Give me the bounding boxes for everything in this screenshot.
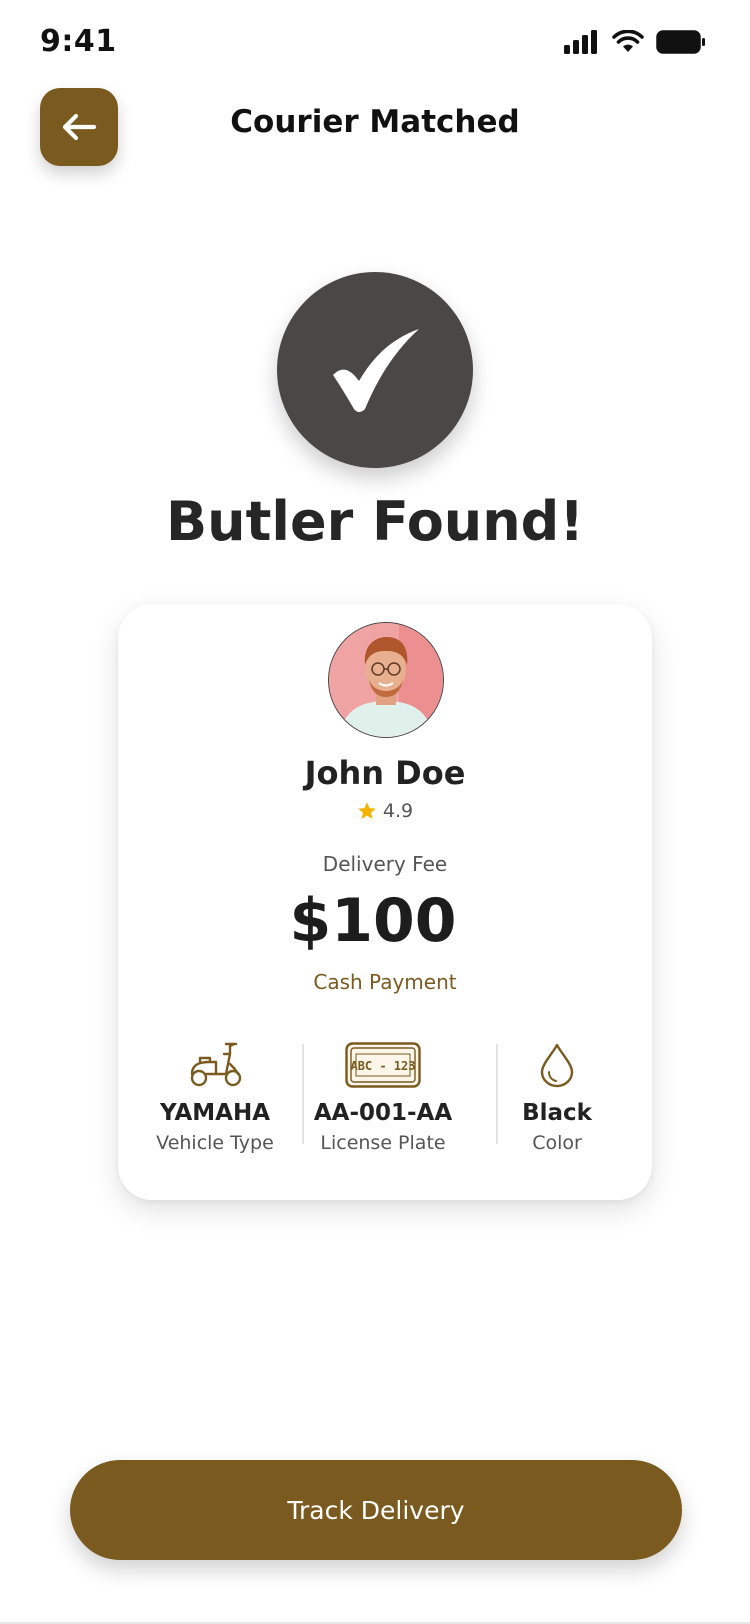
success-badge xyxy=(277,272,473,468)
status-bar: 9:41 xyxy=(0,0,750,88)
detail-vehicle-type: YAMAHA Vehicle Type xyxy=(140,1030,290,1154)
license-plate-icon: ABC - 123 xyxy=(345,1042,421,1088)
delivery-fee-label: Delivery Fee xyxy=(322,852,448,876)
courier-card: John Doe 4.9 Delivery Fee $100 Cash Paym… xyxy=(118,604,652,1200)
vehicle-details: YAMAHA Vehicle Type ABC - 123 AA-001-AA … xyxy=(118,1030,652,1160)
success-title: Butler Found! xyxy=(166,490,584,553)
avatar xyxy=(328,622,444,738)
battery-icon xyxy=(656,30,705,54)
vehicle-type-label: Vehicle Type xyxy=(156,1132,274,1154)
track-delivery-button[interactable]: Track Delivery xyxy=(70,1460,682,1560)
license-plate-label: License Plate xyxy=(320,1132,446,1154)
license-plate-value: AA-001-AA xyxy=(313,1100,453,1126)
detail-divider xyxy=(496,1044,498,1144)
payment-method: Cash Payment xyxy=(313,970,457,994)
courier-avatar-photo xyxy=(329,623,443,737)
delivery-fee-amount: $100 xyxy=(289,886,457,956)
wifi-icon xyxy=(612,30,644,52)
courier-matched-screen: 9:41 Courier Matched Butler Found! John … xyxy=(0,0,750,1624)
color-label: Color xyxy=(532,1132,582,1154)
rating-value: 4.9 xyxy=(382,800,414,822)
checkmark-icon xyxy=(333,329,419,412)
status-icons xyxy=(564,30,706,54)
plate-text: ABC - 123 xyxy=(350,1059,415,1073)
cellular-signal-icon xyxy=(564,30,597,54)
detail-color: Black Color xyxy=(502,1030,612,1154)
color-value: Black xyxy=(522,1100,592,1126)
vehicle-type-value: YAMAHA xyxy=(160,1100,270,1126)
star-icon xyxy=(358,802,376,819)
courier-name: John Doe xyxy=(304,754,466,792)
page-title: Courier Matched xyxy=(230,104,520,140)
scooter-icon xyxy=(190,1042,242,1087)
detail-license-plate: ABC - 123 AA-001-AA License Plate xyxy=(308,1030,458,1154)
droplet-icon xyxy=(540,1043,574,1088)
detail-divider xyxy=(302,1044,304,1144)
status-time: 9:41 xyxy=(40,24,117,59)
courier-rating: 4.9 xyxy=(118,800,652,822)
